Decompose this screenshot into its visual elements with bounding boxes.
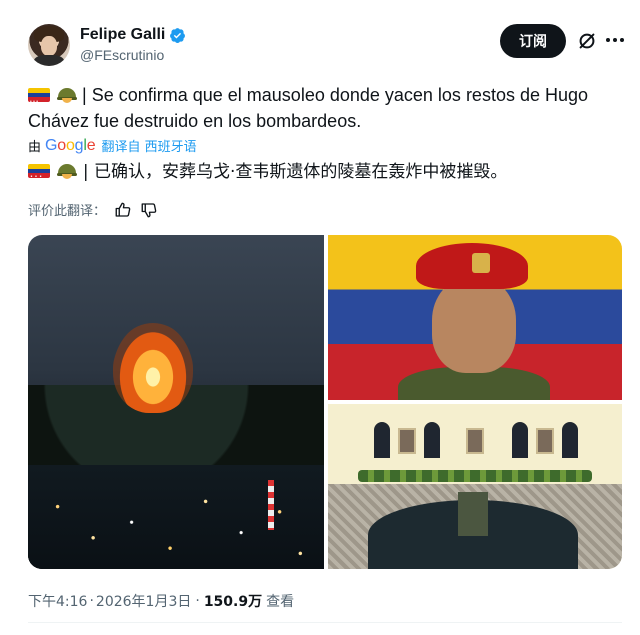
divider: [28, 622, 622, 623]
google-logo: Google: [45, 136, 96, 154]
media-photo-mausoleum[interactable]: [328, 404, 622, 569]
venezuela-flag-icon: [28, 164, 50, 178]
grok-icon[interactable]: [576, 30, 598, 52]
translated-by-label: 由: [28, 140, 42, 155]
rate-translation-label: 评价此翻译：: [28, 204, 107, 219]
media-grid: [28, 235, 622, 569]
thumbs-down-icon[interactable]: [140, 201, 158, 219]
media-photo-portrait[interactable]: [328, 235, 622, 400]
tweet-text-body: | Se confirma que el mausoleo donde yace…: [28, 85, 589, 131]
translated-text: | 已确认，安葬乌戈·查韦斯遗体的陵墓在轰炸中被摧毁。: [28, 160, 608, 184]
more-options-icon[interactable]: [606, 38, 626, 44]
media-photo-fire-hillside[interactable]: [28, 235, 324, 569]
tweet-date[interactable]: 2026年1月3日: [96, 591, 191, 611]
translated-from-link[interactable]: 翻译自 西班牙语: [101, 136, 196, 155]
meta-separator: ·: [89, 593, 94, 609]
venezuela-flag-icon: [28, 88, 50, 102]
tweet-header: Felipe Galli @FEscrutinio 订阅: [28, 24, 628, 68]
subscribe-button[interactable]: 订阅: [500, 24, 566, 58]
view-count: 150.9万: [203, 594, 263, 610]
thumbs-up-icon[interactable]: [114, 201, 132, 219]
military-helmet-icon: [57, 87, 78, 103]
translated-text-body: | 已确认，安葬乌戈·查韦斯遗体的陵墓在轰炸中被摧毁。: [82, 162, 508, 182]
tweet-meta: 下午4:16 · 2026年1月3日 · 150.9万 查看: [28, 591, 294, 611]
verified-badge-icon: [170, 27, 186, 43]
avatar[interactable]: [28, 24, 70, 66]
tweet-text: | Se confirma que el mausoleo donde yace…: [28, 82, 598, 134]
display-name[interactable]: Felipe Galli: [80, 26, 165, 44]
author-name-row[interactable]: Felipe Galli: [80, 26, 186, 44]
views-label: 查看: [266, 594, 295, 610]
rate-translation-row: 评价此翻译：: [28, 200, 158, 219]
tweet-time[interactable]: 下午4:16: [28, 591, 87, 611]
author-handle[interactable]: @FEscrutinio: [80, 47, 164, 63]
military-helmet-icon: [57, 163, 78, 179]
translation-attribution: 由 Google 翻译自 西班牙语: [28, 136, 197, 156]
meta-separator: ·: [195, 593, 200, 609]
